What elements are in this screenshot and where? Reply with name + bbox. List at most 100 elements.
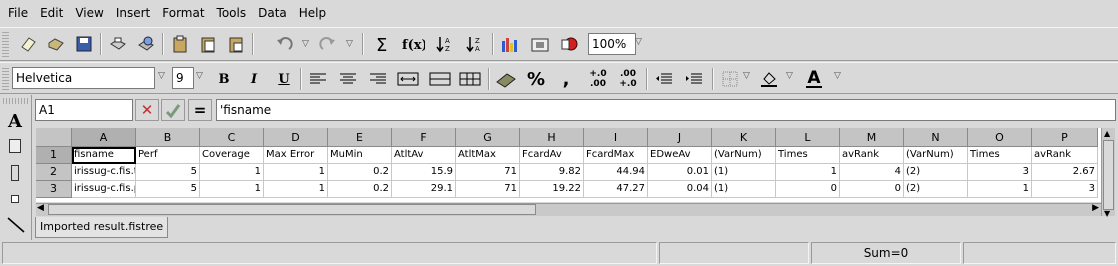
column-header[interactable]: H [520, 128, 584, 147]
fill-color-dropdown-icon[interactable]: ▽ [786, 71, 793, 81]
horizontal-scrollbar[interactable]: ◀ ▶ [36, 203, 1101, 216]
align-center-button[interactable] [336, 67, 360, 91]
row-header[interactable]: 3 [36, 181, 72, 198]
toolbar-grip[interactable] [2, 66, 9, 90]
hyperlink-button[interactable] [558, 32, 582, 56]
column-header[interactable]: J [648, 128, 712, 147]
table-cell[interactable]: 4 [840, 164, 904, 181]
table-cell[interactable]: 0 [776, 181, 840, 198]
table-cell[interactable]: irissug-c.fis.tre [72, 164, 136, 181]
vertical-scroll-thumb[interactable] [1103, 140, 1114, 210]
table-cell[interactable]: Max Error [264, 147, 328, 164]
column-header[interactable]: P [1032, 128, 1098, 147]
column-header[interactable]: I [584, 128, 648, 147]
menu-edit[interactable]: Edit [35, 6, 68, 20]
menu-help[interactable]: Help [294, 6, 331, 20]
menu-format[interactable]: Format [157, 6, 209, 20]
print-preview-button[interactable] [134, 32, 158, 56]
column-header[interactable]: C [200, 128, 264, 147]
table-cell[interactable]: 0 [840, 181, 904, 198]
table-cell[interactable]: 1 [264, 181, 328, 198]
column-header[interactable]: B [136, 128, 200, 147]
table-cell[interactable]: 2.67 [1032, 164, 1098, 181]
merge-cells-button[interactable] [428, 67, 452, 91]
fill-color-button[interactable] [757, 67, 781, 91]
table-cell[interactable]: 0.2 [328, 164, 392, 181]
checkbox-tool-button[interactable] [11, 195, 19, 203]
table-cell[interactable]: (VarNum) [712, 147, 776, 164]
underline-button[interactable]: U [272, 67, 296, 91]
palette-grip[interactable] [3, 98, 28, 104]
table-cell[interactable]: Perf [136, 147, 200, 164]
align-left-button[interactable] [306, 67, 330, 91]
formula-input[interactable]: 'fisname [216, 99, 1116, 121]
redo-dropdown-icon[interactable]: ▽ [346, 39, 353, 49]
column-header[interactable]: N [904, 128, 968, 147]
font-color-button[interactable]: A [802, 67, 826, 91]
row-header[interactable]: 2 [36, 164, 72, 181]
select-all-corner[interactable] [36, 128, 72, 147]
table-cell[interactable]: 5 [136, 164, 200, 181]
scrollbar-tool-button[interactable] [11, 165, 19, 181]
toolbar-grip[interactable] [2, 31, 9, 57]
table-cell[interactable]: 1 [968, 181, 1032, 198]
accept-edit-button[interactable] [161, 99, 185, 121]
table-cell[interactable]: AtltAv [392, 147, 456, 164]
scroll-left-icon[interactable]: ◀ [37, 203, 44, 213]
increase-indent-button[interactable] [682, 67, 706, 91]
table-cell[interactable]: fisname [72, 147, 136, 164]
new-button[interactable] [16, 32, 40, 56]
function-wizard-button[interactable]: f(x) [401, 32, 425, 56]
menu-file[interactable]: File [3, 6, 33, 20]
column-header[interactable]: A [72, 128, 136, 147]
table-cell[interactable]: MuMin [328, 147, 392, 164]
bold-button[interactable]: B [212, 67, 236, 91]
sum-button[interactable]: Σ [371, 32, 395, 56]
table-cell[interactable]: 44.94 [584, 164, 648, 181]
merge-center-button[interactable] [396, 67, 420, 91]
font-color-dropdown-icon[interactable]: ▽ [834, 71, 841, 81]
redo-button[interactable] [316, 32, 340, 56]
table-cell[interactable]: 47.27 [584, 181, 648, 198]
menu-data[interactable]: Data [253, 6, 292, 20]
table-cell[interactable]: (2) [904, 164, 968, 181]
table-cell[interactable]: Coverage [200, 147, 264, 164]
table-cell[interactable]: (1) [712, 164, 776, 181]
table-cell[interactable]: 1 [264, 164, 328, 181]
table-cell[interactable]: FcardMax [584, 147, 648, 164]
table-cell[interactable]: 0.04 [648, 181, 712, 198]
table-cell[interactable]: 1 [200, 164, 264, 181]
column-header[interactable]: O [968, 128, 1032, 147]
table-cell[interactable]: (1) [712, 181, 776, 198]
spreadsheet-grid[interactable]: A B C D E F G H I J K L M N O P 1 fisname Perf Coverage Max … [36, 128, 1101, 202]
table-cell[interactable]: 5 [136, 181, 200, 198]
zoom-select[interactable]: 100% [588, 33, 636, 55]
cell-reference-input[interactable]: A1 [35, 99, 133, 121]
table-cell[interactable]: (2) [904, 181, 968, 198]
font-name-select[interactable]: Helvetica [12, 67, 155, 89]
font-size-select[interactable]: 9 [172, 67, 194, 89]
column-header[interactable]: D [264, 128, 328, 147]
line-tool-icon[interactable] [7, 217, 25, 233]
horizontal-scroll-thumb[interactable] [48, 204, 536, 215]
copy-button[interactable] [196, 32, 220, 56]
sort-ascending-button[interactable]: AZ [433, 32, 457, 56]
decrease-decimals-button[interactable]: .00 +.0 [614, 67, 642, 91]
table-cell[interactable]: 29.1 [392, 181, 456, 198]
table-cell[interactable]: avRank [840, 147, 904, 164]
table-cell[interactable]: 71 [456, 181, 520, 198]
cancel-edit-button[interactable]: ✕ [135, 99, 159, 121]
thousands-separator-button[interactable]: , [554, 67, 578, 91]
edit-formula-button[interactable]: = [188, 99, 212, 121]
percent-format-button[interactable]: % [524, 67, 548, 91]
scroll-right-icon[interactable]: ▶ [1092, 203, 1099, 213]
insert-image-button[interactable] [528, 32, 552, 56]
open-button[interactable] [44, 32, 68, 56]
table-cell[interactable]: 0.2 [328, 181, 392, 198]
vertical-scrollbar[interactable]: ▲ ▼ [1101, 128, 1115, 218]
column-header[interactable]: F [392, 128, 456, 147]
undo-dropdown-icon[interactable]: ▽ [302, 39, 309, 49]
table-cell[interactable]: 0.01 [648, 164, 712, 181]
menu-tools[interactable]: Tools [212, 6, 252, 20]
table-cell[interactable]: (VarNum) [904, 147, 968, 164]
